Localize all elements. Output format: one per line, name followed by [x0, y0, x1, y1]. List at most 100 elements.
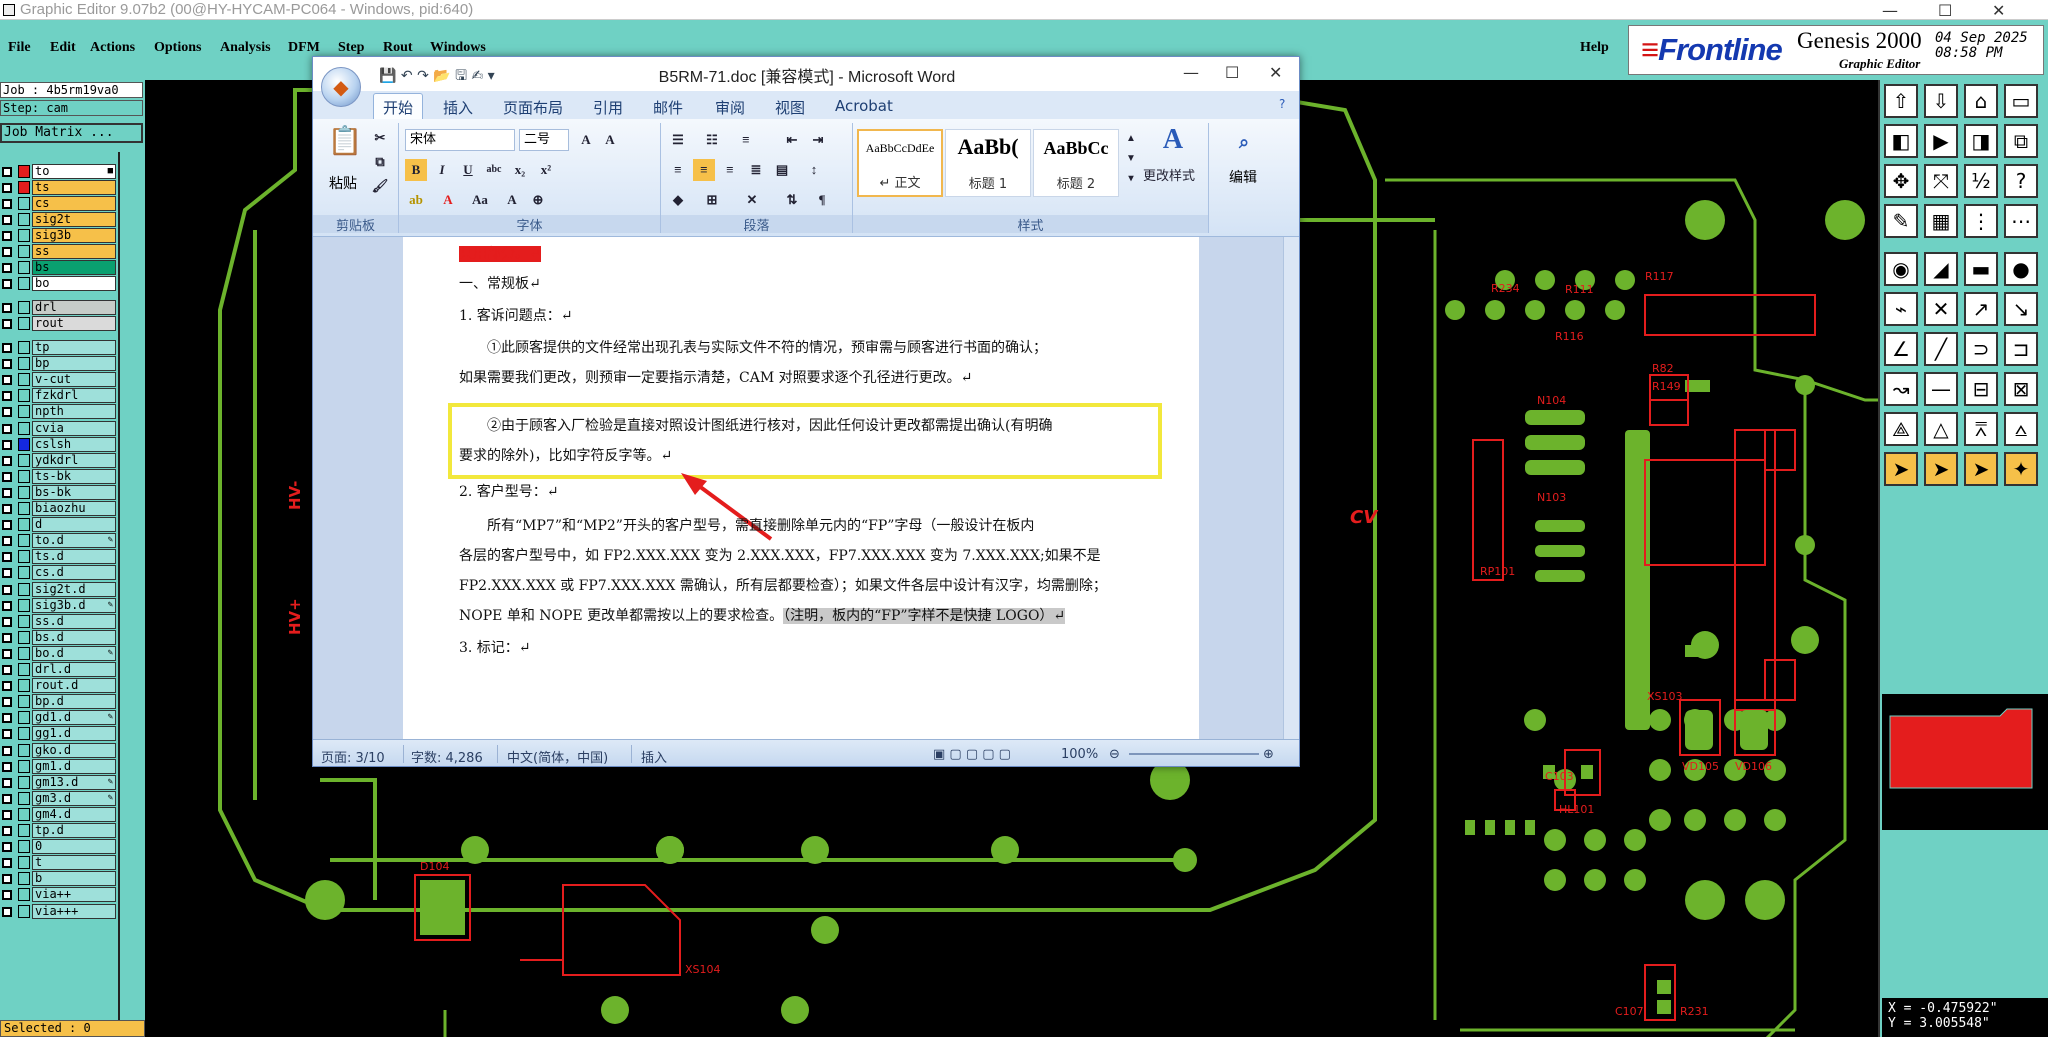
layer-checkbox[interactable]	[2, 826, 12, 836]
layer-color-swatch[interactable]	[18, 437, 30, 451]
layer-row[interactable]: ss	[0, 244, 118, 259]
layer-color-swatch[interactable]	[18, 453, 30, 467]
vertical-scrollbar[interactable]	[1283, 237, 1299, 739]
layer-row[interactable]: bo	[0, 276, 118, 291]
layer-row[interactable]: biaozhu	[0, 501, 118, 516]
layer-name[interactable]: cvia	[32, 420, 116, 436]
layer-color-swatch[interactable]	[18, 341, 30, 354]
layer-checkbox[interactable]	[2, 745, 12, 756]
layer-name[interactable]: sig3b.d ✎	[32, 597, 116, 613]
layer-row[interactable]: gm3.d ✎	[0, 790, 118, 806]
layer-row[interactable]: gm1.d	[0, 758, 118, 774]
layer-row[interactable]: via++	[0, 887, 118, 903]
layer-row[interactable]: drl.d	[0, 662, 118, 677]
tool-button-icon[interactable]: ✕	[1924, 292, 1958, 326]
layer-row[interactable]: ydkdrl	[0, 452, 118, 468]
layer-color-swatch[interactable]	[18, 566, 30, 580]
layer-checkbox[interactable]	[2, 183, 12, 193]
layer-name[interactable]: bs-bk	[32, 484, 116, 500]
style-normal[interactable]: AaBbCcDdEe ↵ 正文	[857, 129, 943, 197]
layer-row[interactable]: gd1.d ✎	[0, 710, 118, 726]
layer-name[interactable]: tp.d	[32, 823, 116, 838]
layer-name[interactable]: gd1.d ✎	[32, 710, 116, 726]
layer-row[interactable]: sig3b.d ✎	[0, 597, 118, 613]
layer-row[interactable]: bp	[0, 356, 118, 372]
layer-row[interactable]: cvia	[0, 420, 118, 436]
layer-name[interactable]: tp	[32, 340, 116, 355]
layer-name[interactable]: drl	[32, 300, 116, 315]
styles-scroll[interactable]: ▲ ▼ ▾	[1123, 129, 1139, 195]
line-spacing-icon[interactable]: ↕	[803, 159, 825, 181]
layer-color-swatch[interactable]	[18, 229, 30, 242]
layer-checkbox[interactable]	[2, 303, 12, 313]
layer-row[interactable]: rout	[0, 316, 118, 331]
layer-color-swatch[interactable]	[18, 373, 30, 387]
strikethrough-button[interactable]: abc	[483, 159, 505, 181]
highlight-icon[interactable]: ab	[405, 189, 427, 211]
layer-color-swatch[interactable]	[18, 534, 30, 548]
layer-name[interactable]: sig2t	[32, 212, 116, 227]
zoom-slider[interactable]	[1129, 753, 1259, 755]
layer-name[interactable]: bo.d ✎	[32, 645, 116, 661]
layer-checkbox[interactable]	[2, 487, 12, 498]
tool-button-icon[interactable]: ⊠	[2004, 372, 2038, 406]
layer-color-swatch[interactable]	[18, 775, 30, 789]
edit-button[interactable]: 编辑	[1229, 167, 1257, 187]
layer-row[interactable]: d	[0, 517, 118, 533]
tool-button-icon[interactable]: ?	[2004, 164, 2038, 198]
tool-button-icon[interactable]: ⇧	[1884, 84, 1918, 118]
status-words[interactable]: 字数: 4,286	[411, 747, 483, 766]
cut-icon[interactable]: ✂	[369, 127, 391, 149]
tool-button-icon[interactable]: —	[1924, 372, 1958, 406]
layer-row[interactable]: drl	[0, 300, 118, 315]
tool-button-icon[interactable]: ⟁	[1884, 412, 1918, 446]
tool-button-icon[interactable]: ⤧	[1924, 164, 1958, 198]
layer-name[interactable]: gm13.d ✎	[32, 774, 116, 790]
style-heading2[interactable]: AaBbCc 标题 2	[1033, 129, 1119, 197]
layer-color-swatch[interactable]	[18, 550, 30, 564]
align-right-icon[interactable]: ≡	[719, 159, 741, 181]
align-left-icon[interactable]: ≡	[667, 159, 689, 181]
borders-icon[interactable]: ⊞	[701, 189, 723, 211]
layer-row[interactable]: tp.d	[0, 823, 118, 838]
job-matrix-button[interactable]: Job Matrix ...	[0, 123, 143, 143]
layer-checkbox[interactable]	[2, 858, 12, 869]
layer-color-swatch[interactable]	[18, 791, 30, 805]
status-language[interactable]: 中文(简体，中国)	[507, 747, 608, 766]
layer-checkbox[interactable]	[2, 231, 12, 241]
layer-row[interactable]: to ■	[0, 164, 118, 179]
tool-button-icon[interactable]: ▦	[1924, 204, 1958, 238]
layer-color-swatch[interactable]	[18, 389, 30, 403]
maximize-button[interactable]: ☐	[1938, 1, 1952, 20]
layer-checkbox[interactable]	[2, 874, 12, 885]
tool-button-icon[interactable]: ↝	[1884, 372, 1918, 406]
layer-checkbox[interactable]	[2, 552, 12, 563]
layer-color-swatch[interactable]	[18, 807, 30, 821]
layer-color-swatch[interactable]	[18, 301, 30, 314]
layer-color-swatch[interactable]	[18, 518, 30, 532]
layer-name[interactable]: ts	[32, 180, 116, 195]
layer-row[interactable]: npth	[0, 404, 118, 420]
find-icon[interactable]: ⌕	[1231, 131, 1257, 157]
tool-button-icon[interactable]: ✎	[1884, 204, 1918, 238]
layer-checkbox[interactable]	[2, 761, 12, 772]
layer-checkbox[interactable]	[2, 729, 12, 740]
layer-checkbox[interactable]	[2, 600, 12, 611]
layer-checkbox[interactable]	[2, 215, 12, 225]
layer-checkbox[interactable]	[2, 279, 12, 289]
font-shrink-icon[interactable]: A	[599, 129, 621, 151]
layer-row[interactable]: bs-bk	[0, 484, 118, 500]
layer-color-swatch[interactable]	[18, 469, 30, 483]
menu-analysis[interactable]: Analysis	[220, 40, 271, 56]
layer-color-swatch[interactable]	[18, 261, 30, 274]
layer-name[interactable]: 0	[32, 839, 116, 855]
menu-help[interactable]: Help	[1580, 40, 1609, 56]
overview-preview[interactable]	[1882, 694, 2048, 830]
layer-row[interactable]: cs.d	[0, 565, 118, 581]
layer-row[interactable]: via+++	[0, 903, 118, 919]
layer-name[interactable]: biaozhu	[32, 501, 116, 516]
menu-windows[interactable]: Windows	[430, 40, 486, 56]
layer-name[interactable]: ts-bk	[32, 468, 116, 484]
layer-checkbox[interactable]	[2, 423, 12, 434]
layer-color-swatch[interactable]	[18, 598, 30, 612]
